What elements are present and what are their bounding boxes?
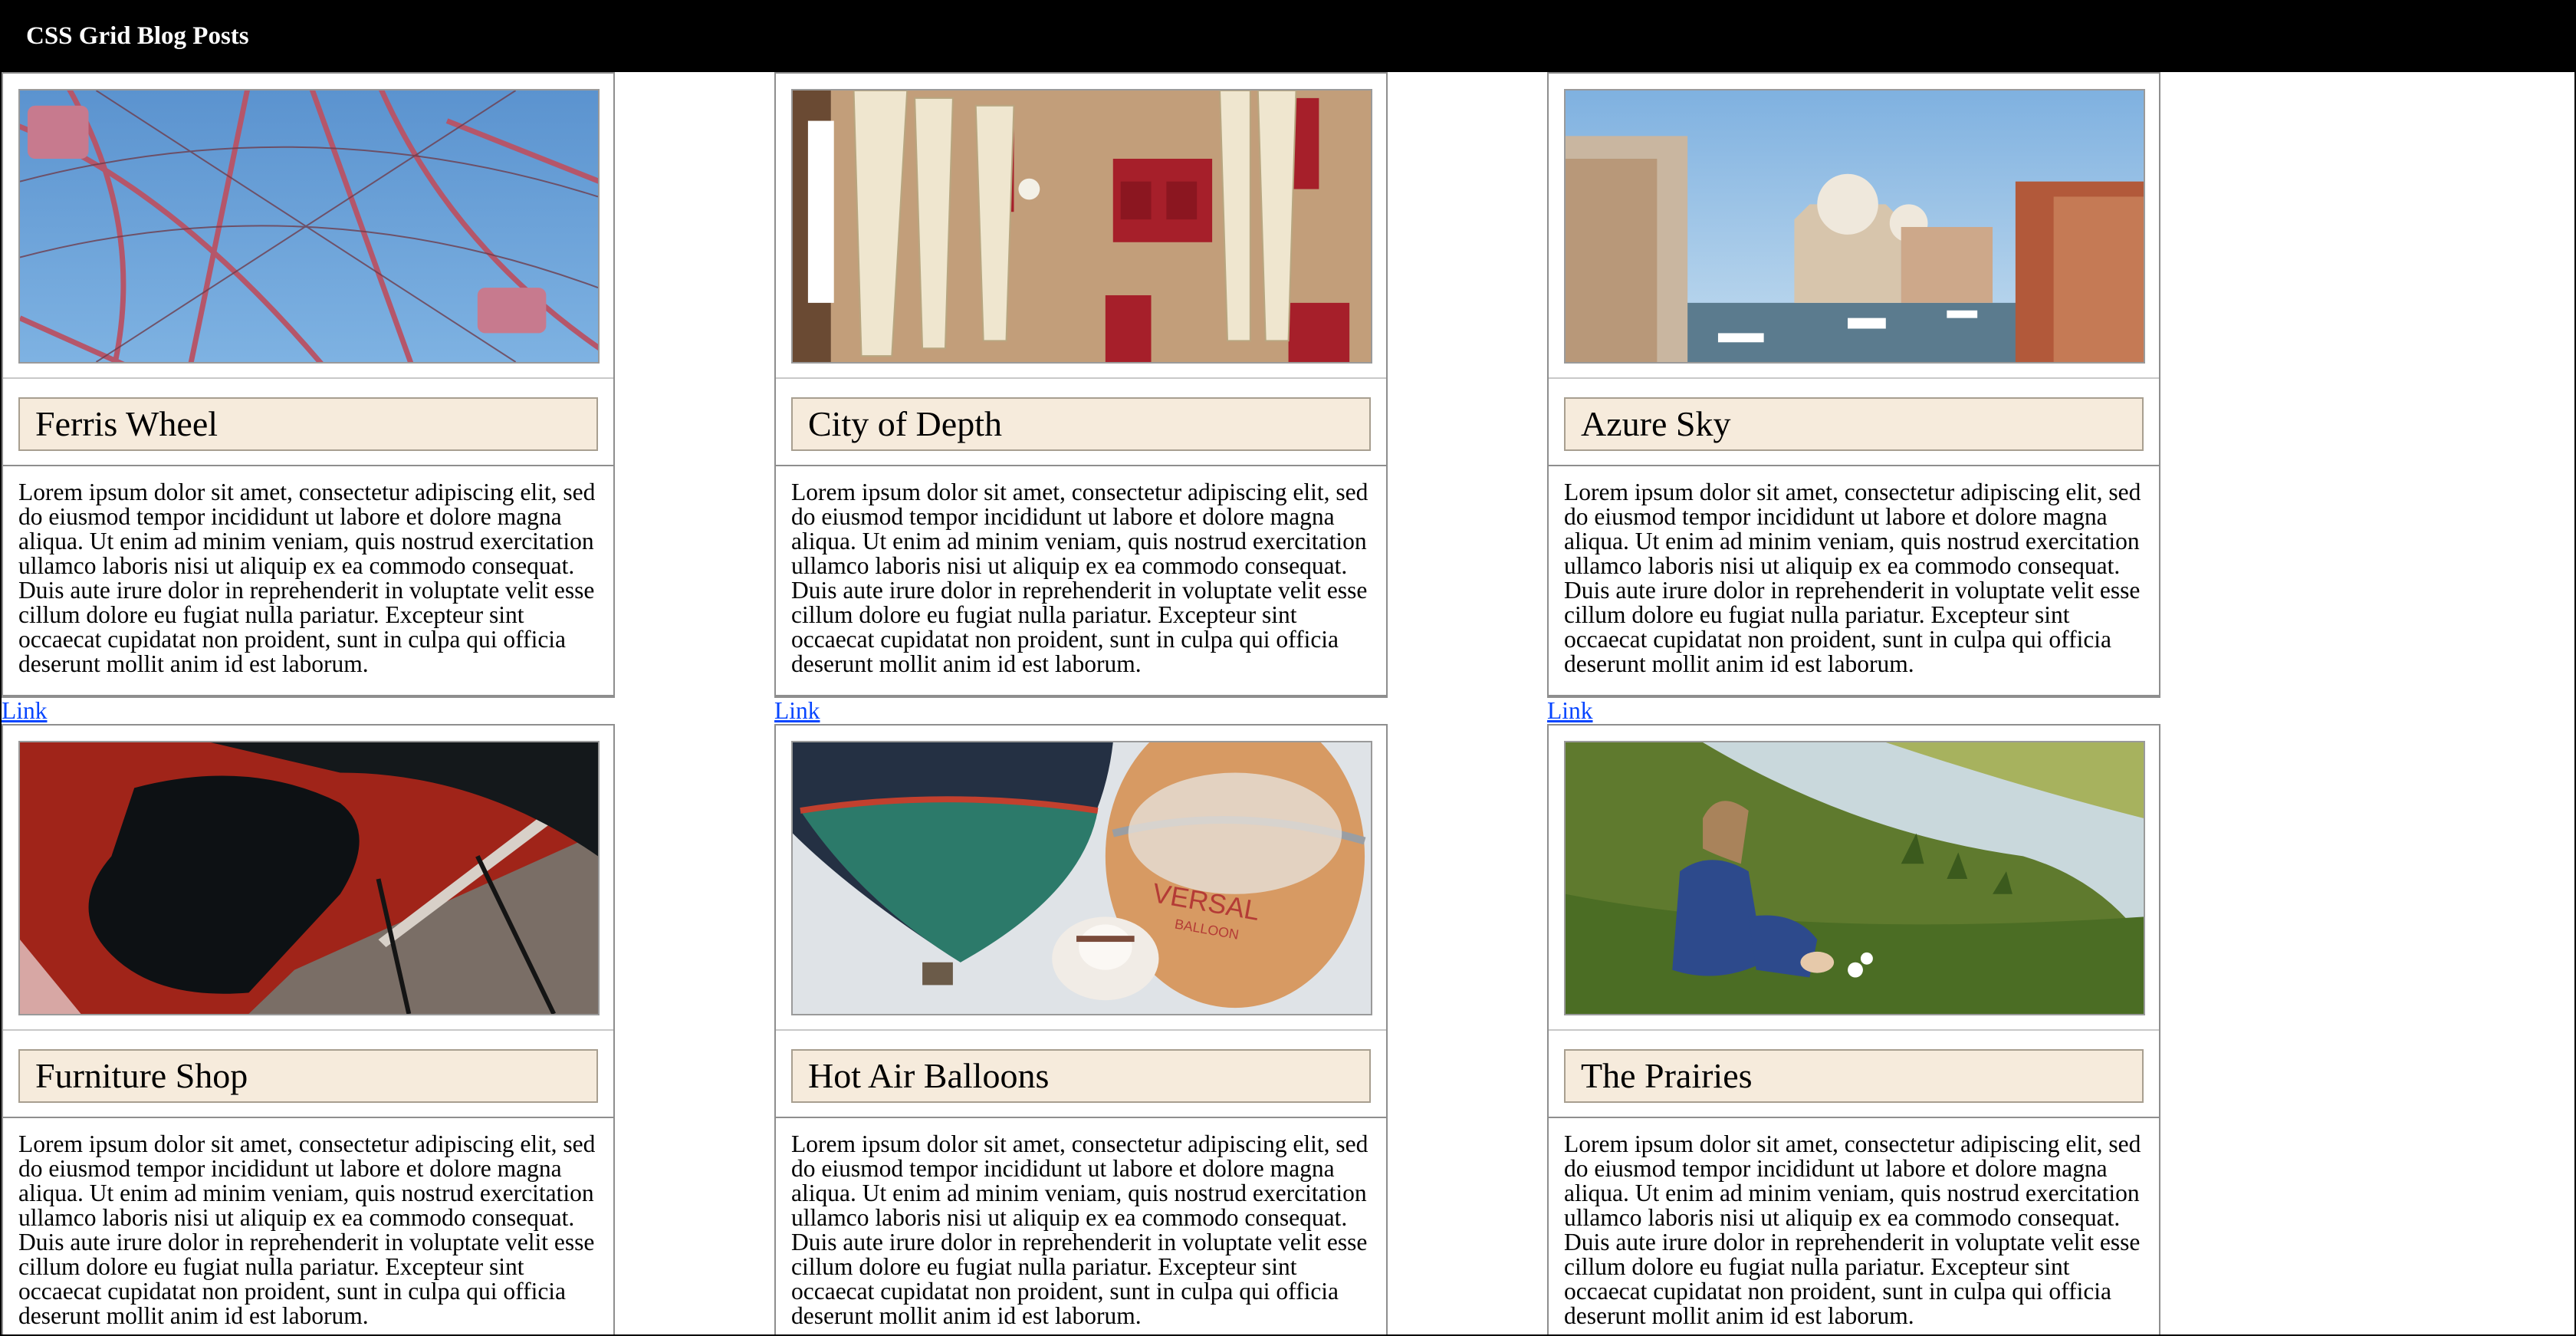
blog-post: Ferris Wheel Lorem ipsum dolor sit amet,…: [2, 72, 615, 724]
post-title-container: Ferris Wheel: [3, 379, 613, 466]
balloons-photo: VERSAL BALLOON: [791, 741, 1372, 1015]
post-image-container: VERSAL BALLOON: [776, 726, 1386, 1031]
woman-in-grass-photo: [1564, 741, 2145, 1015]
page-title: CSS Grid Blog Posts: [26, 21, 249, 50]
blog-post: Furniture Shop Lorem ipsum dolor sit ame…: [2, 724, 615, 1334]
post-card: Azure Sky Lorem ipsum dolor sit amet, co…: [1547, 72, 2160, 696]
blog-post: Azure Sky Lorem ipsum dolor sit amet, co…: [1547, 72, 2160, 724]
post-link[interactable]: Link: [1547, 696, 2160, 724]
top-bar: CSS Grid Blog Posts: [2, 0, 2574, 72]
blog-post: VERSAL BALLOON Hot Air Balloons Lorem ip…: [774, 724, 1388, 1334]
post-body: Lorem ipsum dolor sit amet, consectetur …: [791, 1130, 1368, 1329]
post-card: The Prairies Lorem ipsum dolor sit amet,…: [1547, 724, 2160, 1334]
post-image-container: [1549, 726, 2159, 1031]
post-link[interactable]: Link: [2, 696, 615, 724]
post-image-container: [3, 74, 613, 379]
post-title-container: Hot Air Balloons: [776, 1031, 1386, 1118]
page: CSS Grid Blog Posts Ferris Wheel Lorem i…: [0, 0, 2576, 1336]
post-image-container: [776, 74, 1386, 379]
post-title-container: Furniture Shop: [3, 1031, 613, 1118]
post-title-container: Azure Sky: [1549, 379, 2159, 466]
city-building-photo: [791, 89, 1372, 364]
post-image-container: [1549, 74, 2159, 379]
post-title: Furniture Shop: [18, 1049, 598, 1103]
post-title-container: City of Depth: [776, 379, 1386, 466]
post-card: City of Depth Lorem ipsum dolor sit amet…: [774, 72, 1388, 696]
post-body: Lorem ipsum dolor sit amet, consectetur …: [1564, 479, 2141, 677]
post-title: City of Depth: [791, 397, 1371, 451]
post-card: Furniture Shop Lorem ipsum dolor sit ame…: [2, 724, 615, 1334]
post-title: Azure Sky: [1564, 397, 2144, 451]
post-title: The Prairies: [1564, 1049, 2144, 1103]
post-title: Ferris Wheel: [18, 397, 598, 451]
blog-grid: Ferris Wheel Lorem ipsum dolor sit amet,…: [2, 72, 2574, 1334]
post-image-container: [3, 726, 613, 1031]
post-title: Hot Air Balloons: [791, 1049, 1371, 1103]
post-body: Lorem ipsum dolor sit amet, consectetur …: [1564, 1130, 2141, 1329]
chairs-photo: [18, 741, 600, 1015]
ferris-wheel-photo: [18, 89, 600, 364]
venice-canal-photo: [1564, 89, 2145, 364]
blog-post: City of Depth Lorem ipsum dolor sit amet…: [774, 72, 1388, 724]
post-body: Lorem ipsum dolor sit amet, consectetur …: [18, 479, 596, 677]
blog-post: The Prairies Lorem ipsum dolor sit amet,…: [1547, 724, 2160, 1334]
post-card: VERSAL BALLOON Hot Air Balloons Lorem ip…: [774, 724, 1388, 1334]
post-body: Lorem ipsum dolor sit amet, consectetur …: [791, 479, 1368, 677]
post-link[interactable]: Link: [774, 696, 1388, 724]
post-title-container: The Prairies: [1549, 1031, 2159, 1118]
post-body: Lorem ipsum dolor sit amet, consectetur …: [18, 1130, 596, 1329]
post-card: Ferris Wheel Lorem ipsum dolor sit amet,…: [2, 72, 615, 696]
